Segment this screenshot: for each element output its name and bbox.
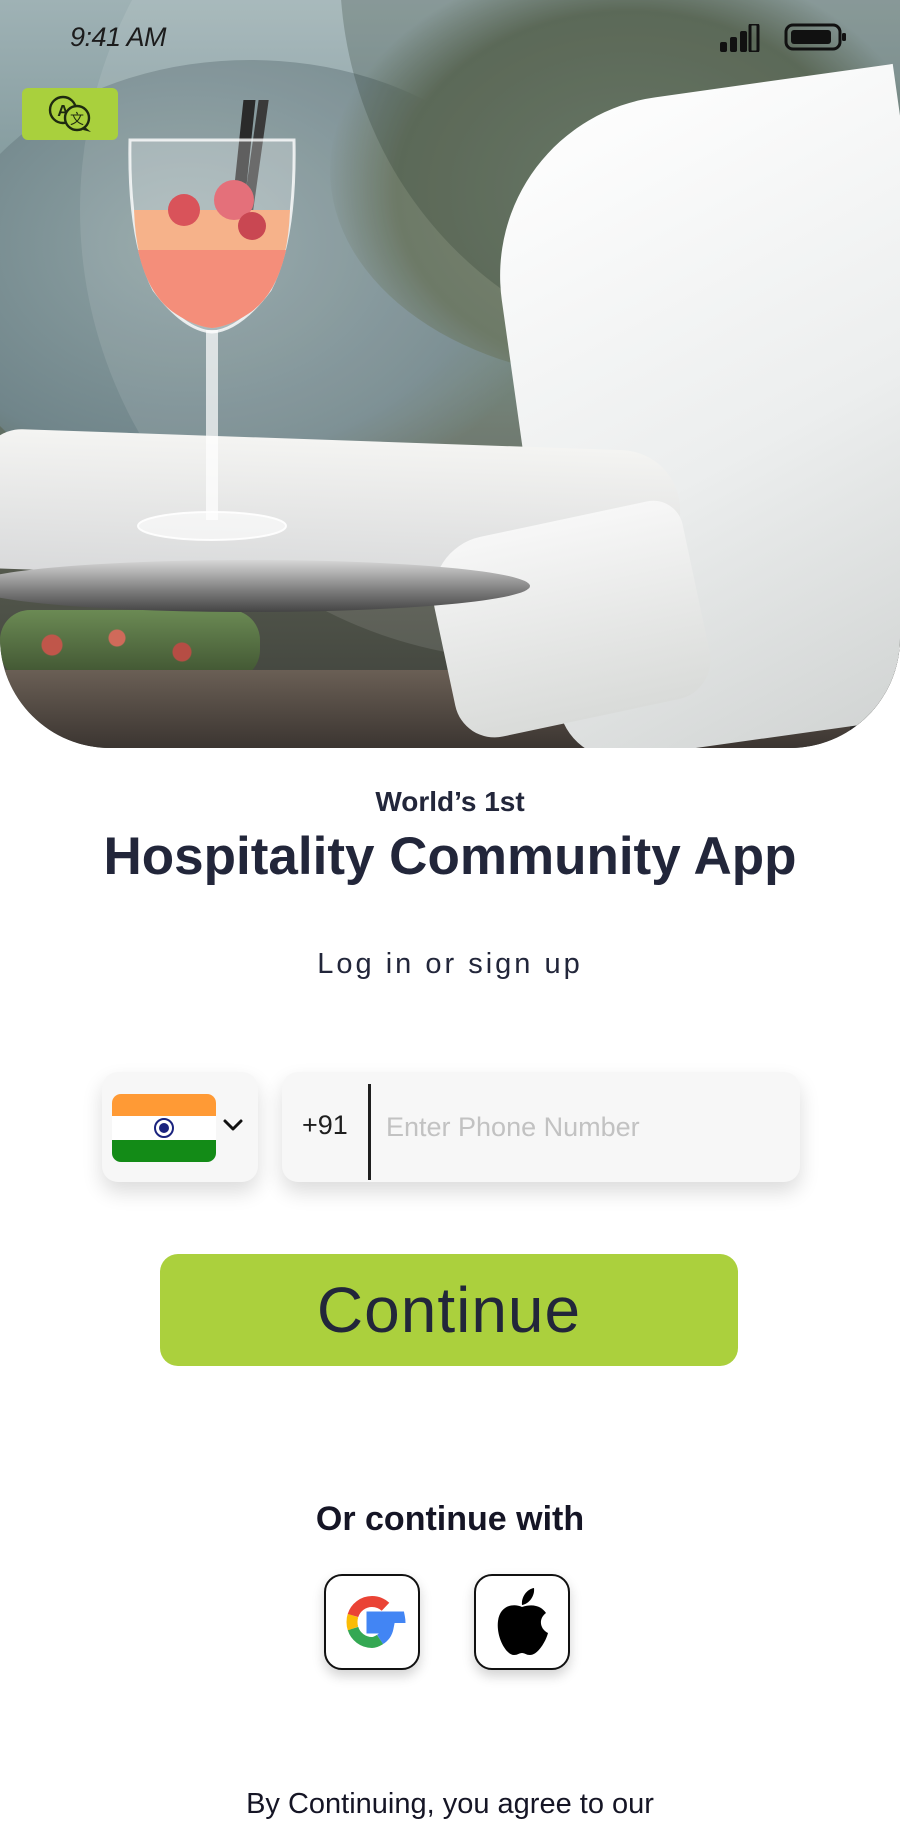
india-flag-icon bbox=[112, 1094, 216, 1162]
status-bar: 9:41 AM bbox=[0, 0, 900, 76]
tagline: World’s 1st bbox=[375, 786, 525, 817]
svg-text:文: 文 bbox=[70, 112, 84, 128]
battery-icon bbox=[784, 23, 846, 51]
signal-icon bbox=[720, 24, 760, 52]
google-login-button[interactable] bbox=[324, 1574, 420, 1670]
language-button[interactable]: A 文 bbox=[22, 88, 118, 140]
phone-input[interactable] bbox=[386, 1102, 776, 1152]
cocktail-glass-icon bbox=[128, 100, 296, 541]
status-time: 9:41 AM bbox=[70, 22, 167, 52]
chevron-down-icon bbox=[223, 1119, 243, 1131]
login-prompt: Log in or sign up bbox=[317, 948, 583, 980]
continue-button[interactable]: Continue bbox=[160, 1254, 738, 1366]
terms-text: By Continuing, you agree to our bbox=[246, 1788, 654, 1820]
app-title: Hospitality Community App bbox=[103, 827, 797, 886]
dial-code: +91 bbox=[302, 1110, 348, 1140]
hero-image bbox=[0, 0, 900, 748]
text-cursor bbox=[368, 1084, 371, 1180]
translate-icon: A 文 bbox=[48, 95, 91, 132]
apple-icon bbox=[497, 1588, 548, 1655]
apple-login-button[interactable] bbox=[474, 1574, 570, 1670]
country-code-picker[interactable] bbox=[102, 1072, 258, 1182]
or-continue-with-label: Or continue with bbox=[315, 1500, 585, 1538]
google-icon bbox=[346, 1595, 406, 1649]
phone-number-field[interactable]: +91 bbox=[282, 1072, 800, 1182]
